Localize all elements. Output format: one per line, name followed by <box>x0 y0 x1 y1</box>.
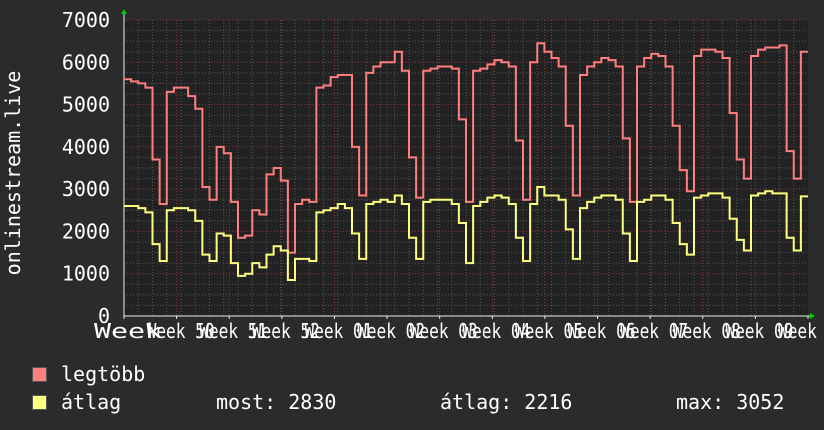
stat-max: max: 3052 <box>676 390 785 414</box>
y-tick-label: 3000 <box>62 177 110 201</box>
chart-root: 0 1000 2000 3000 4000 5000 6000 7000 Week Week 50… <box>0 0 824 430</box>
y-tick-label: 5000 <box>62 93 110 117</box>
legend-avg-swatch <box>32 394 47 410</box>
y-axis-label: onlinestream.live <box>1 71 25 276</box>
legend-avg: átlag <box>32 390 121 414</box>
y-tick-label: 7000 <box>62 8 110 32</box>
y-tick-label: 6000 <box>62 50 110 74</box>
legend-avg-label: átlag <box>61 390 122 414</box>
y-tick-label: 4000 <box>62 135 110 159</box>
y-tick-label: 2000 <box>62 219 110 243</box>
legend-max-swatch <box>32 366 47 382</box>
stat-average: átlag: 2216 <box>440 390 573 414</box>
y-tick-label: 1000 <box>62 262 110 286</box>
legend-max-label: legtöbb <box>61 362 146 386</box>
stat-now: most: 2830 <box>216 390 337 414</box>
x-tick-label: Week 10 <box>778 319 824 343</box>
y-axis-arrow <box>121 9 127 14</box>
legend-max: legtöbb <box>32 362 145 386</box>
